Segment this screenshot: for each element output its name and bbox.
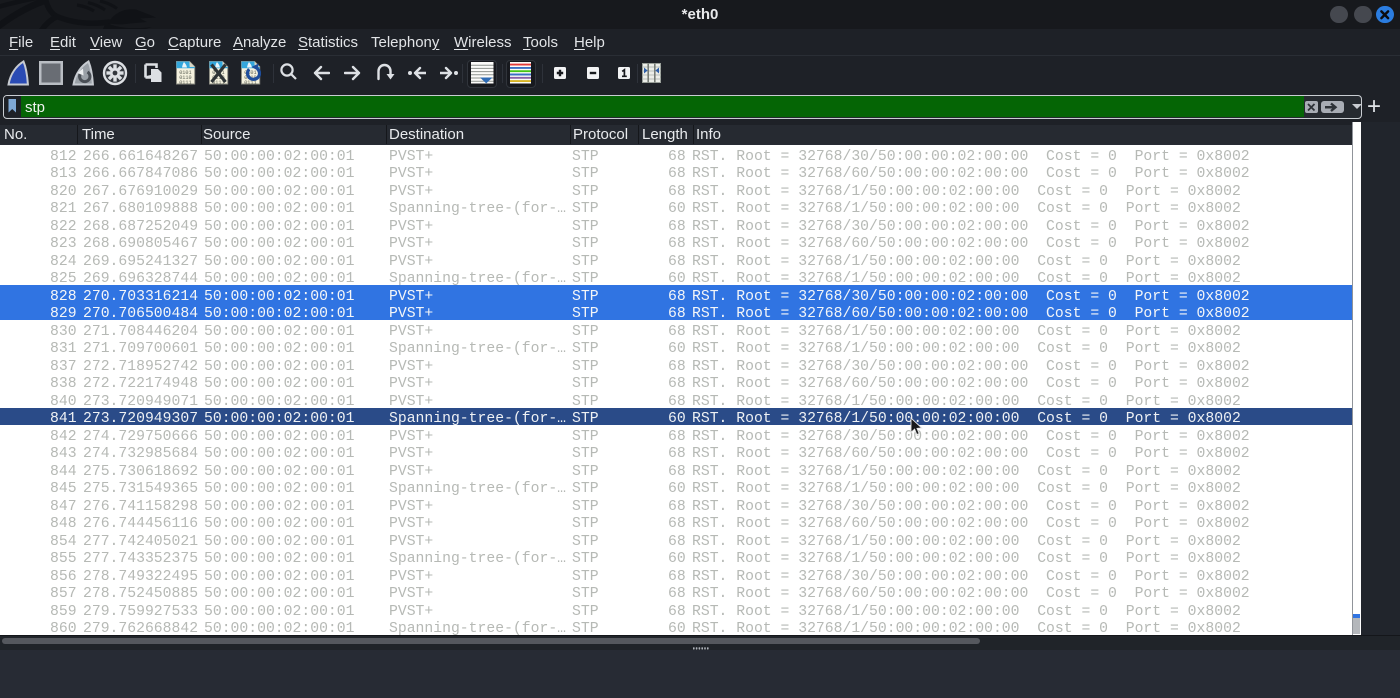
svg-text:0111: 0111	[179, 80, 191, 85]
